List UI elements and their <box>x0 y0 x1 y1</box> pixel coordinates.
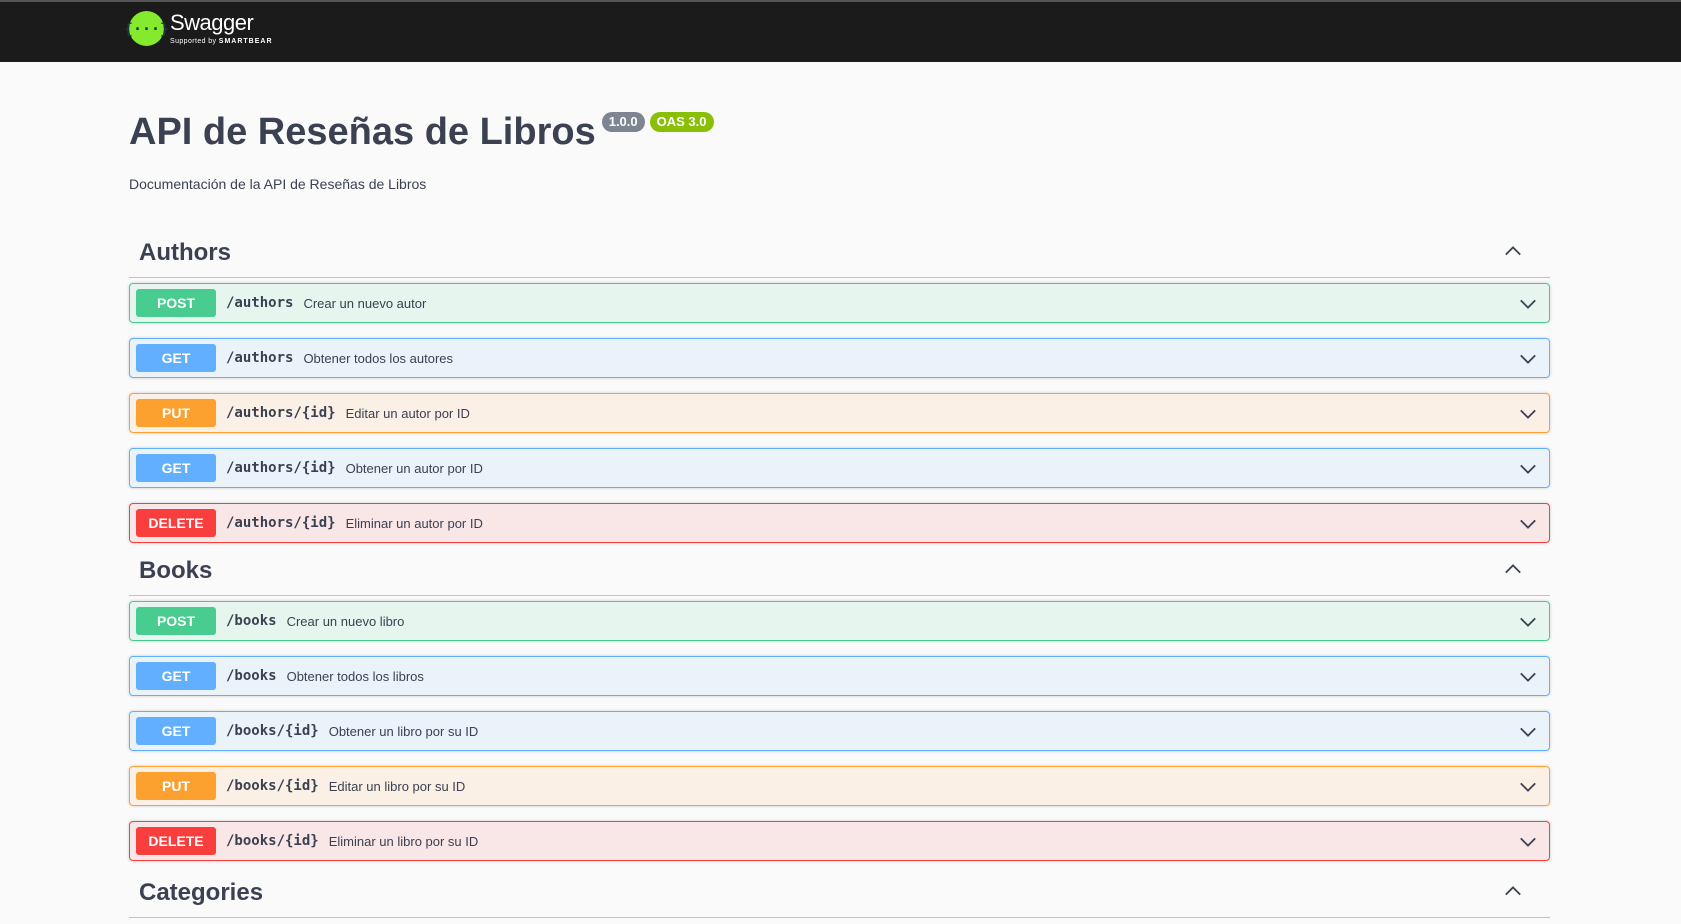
operation-summary: Editar un autor por ID <box>345 405 470 421</box>
method-badge: GET <box>136 344 216 372</box>
tag-header-authors[interactable]: Authors <box>129 228 1550 278</box>
tag-name: Categories <box>139 878 264 906</box>
operation-row-delete[interactable]: DELETE/books/{id} Eliminar un libro por s… <box>129 821 1550 861</box>
operation-path: /books <box>226 613 277 629</box>
method-badge: PUT <box>136 399 216 427</box>
tag-header-categories[interactable]: Categories <box>129 868 1550 918</box>
chevron-down-icon[interactable] <box>1519 515 1537 533</box>
operation-row-get[interactable]: GET/authors/{id} Obtener un autor por ID <box>129 448 1550 488</box>
operation-path: /books/{id} <box>226 778 319 794</box>
chevron-up-icon[interactable] <box>1504 882 1522 900</box>
operation-path: /authors/{id} <box>226 405 336 421</box>
method-badge: POST <box>136 289 216 317</box>
chevron-down-icon[interactable] <box>1519 405 1537 423</box>
operation-summary: Obtener un autor por ID <box>345 460 483 476</box>
operation-path: /authors <box>226 295 294 311</box>
tag-section-books: Books POST/books Crear un nuevo libro GET/b… <box>129 546 1550 861</box>
operation-summary: Crear un nuevo libro <box>286 613 405 629</box>
operation-row-get[interactable]: GET/authors Obtener todos los autores <box>129 338 1550 378</box>
swagger-logo-icon: {···} <box>124 11 169 46</box>
tag-header-books[interactable]: Books <box>129 546 1550 596</box>
operation-row-post[interactable]: POST/authors Crear un nuevo autor <box>129 283 1550 323</box>
topbar: {···} Swagger Supported by SMARTBEAR <box>0 0 1681 62</box>
operation-summary: Eliminar un libro por su ID <box>328 833 479 849</box>
operation-summary: Crear un nuevo autor <box>303 295 427 311</box>
operation-row-put[interactable]: PUT/authors/{id} Editar un autor por ID <box>129 393 1550 433</box>
method-badge: DELETE <box>136 509 216 537</box>
page-title: API de Reseñas de Libros <box>129 111 596 153</box>
api-info: API de Reseñas de Libros 1.0.0 OAS 3.0 D… <box>129 108 1550 192</box>
operation-summary: Obtener todos los libros <box>286 668 424 684</box>
brand-name: Swagger <box>170 10 254 35</box>
tag-name: Books <box>139 556 213 584</box>
method-badge: GET <box>136 662 216 690</box>
operation-row-post[interactable]: POST/books Crear un nuevo libro <box>129 601 1550 641</box>
operation-path: /authors/{id} <box>226 460 336 476</box>
operation-summary: Obtener todos los autores <box>303 350 454 366</box>
operation-summary: Obtener un libro por su ID <box>328 723 479 739</box>
tag-section-categories: Categories <box>129 868 1550 918</box>
chevron-down-icon[interactable] <box>1519 778 1537 796</box>
operation-path: /books <box>226 668 277 684</box>
operation-row-get[interactable]: GET/books Obtener todos los libros <box>129 656 1550 696</box>
method-badge: PUT <box>136 772 216 800</box>
method-badge: POST <box>136 607 216 635</box>
operation-path: /books/{id} <box>226 833 319 849</box>
method-badge: GET <box>136 717 216 745</box>
operation-path: /authors <box>226 350 294 366</box>
operation-summary: Eliminar un autor por ID <box>345 515 483 531</box>
operation-row-put[interactable]: PUT/books/{id} Editar un libro por su ID <box>129 766 1550 806</box>
chevron-down-icon[interactable] <box>1519 460 1537 478</box>
chevron-down-icon[interactable] <box>1519 833 1537 851</box>
method-badge: DELETE <box>136 827 216 855</box>
operation-summary: Editar un libro por su ID <box>328 778 466 794</box>
api-description: Documentación de la API de Reseñas de Li… <box>129 176 427 192</box>
brand-subtitle-company: SMARTBEAR <box>218 38 273 45</box>
tag-section-authors: Authors POST/authors Crear un nuevo autor G… <box>129 228 1550 543</box>
operation-row-delete[interactable]: DELETE/authors/{id} Eliminar un autor por… <box>129 503 1550 543</box>
brand-subtitle: Supported by SMARTBEAR <box>170 38 273 45</box>
chevron-down-icon[interactable] <box>1519 613 1537 631</box>
brand-text: Swagger Supported by SMARTBEAR <box>170 10 273 46</box>
swagger-brand[interactable]: {···} Swagger Supported by SMARTBEAR <box>124 10 273 46</box>
chevron-up-icon[interactable] <box>1504 560 1522 578</box>
oas-badge: OAS 3.0 <box>649 112 714 132</box>
operation-path: /authors/{id} <box>226 515 336 531</box>
version-badge: 1.0.0 <box>601 112 645 132</box>
chevron-down-icon[interactable] <box>1519 295 1537 313</box>
title-row: API de Reseñas de Libros 1.0.0 OAS 3.0 <box>129 108 1550 156</box>
tag-name: Authors <box>139 238 231 266</box>
operation-row-get[interactable]: GET/books/{id} Obtener un libro por su ID <box>129 711 1550 751</box>
method-badge: GET <box>136 454 216 482</box>
chevron-up-icon[interactable] <box>1504 242 1522 260</box>
chevron-down-icon[interactable] <box>1519 668 1537 686</box>
chevron-down-icon[interactable] <box>1519 723 1537 741</box>
brand-subtitle-prefix: Supported by <box>170 38 219 45</box>
chevron-down-icon[interactable] <box>1519 350 1537 368</box>
operation-path: /books/{id} <box>226 723 319 739</box>
